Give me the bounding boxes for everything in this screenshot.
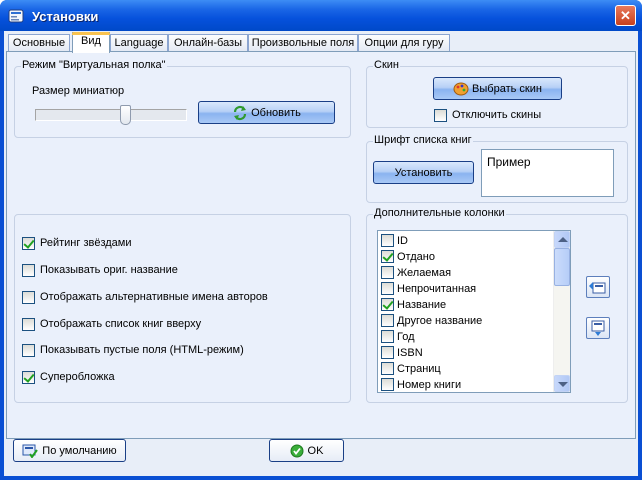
column-list-item[interactable]: Непрочитанная <box>378 281 553 297</box>
column-item-label: Год <box>397 331 415 343</box>
settings-app-icon <box>8 9 24 23</box>
column-item-checkbox[interactable] <box>381 298 394 311</box>
column-list-item[interactable]: ID <box>378 233 553 249</box>
option-empty-fields-label: Показывать пустые поля (HTML-режим) <box>40 344 244 356</box>
column-item-label: ISBN <box>397 347 423 359</box>
thumb-size-label: Размер миниатюр <box>32 85 125 97</box>
move-column-down-button[interactable] <box>586 317 610 339</box>
font-preview: Пример <box>481 149 614 197</box>
move-column-up-button[interactable] <box>586 276 610 298</box>
column-item-checkbox[interactable] <box>381 346 394 359</box>
column-list-item[interactable]: Страниц <box>378 361 553 377</box>
refresh-button[interactable]: Обновить <box>198 101 335 124</box>
option-alt-author-names-checkbox[interactable] <box>22 291 35 304</box>
scroll-down-button[interactable] <box>554 375 570 392</box>
title-bar[interactable]: Установки ✕ <box>0 0 642 31</box>
option-star-rating-checkbox[interactable] <box>22 237 35 250</box>
column-list-item[interactable]: Год <box>378 329 553 345</box>
refresh-icon <box>233 105 247 120</box>
column-list-item[interactable]: Желаемая <box>378 265 553 281</box>
virtual-shelf-group: Режим "Виртуальная полка" Размер миниатю… <box>14 59 351 138</box>
extra-columns-list[interactable]: ID Отдано Желаемая Непрочитанная Название Дру… <box>377 230 571 393</box>
column-item-label: Желаемая <box>397 267 452 279</box>
default-settings-icon <box>22 444 39 458</box>
column-item-label: Отдано <box>397 251 435 263</box>
choose-skin-button[interactable]: Выбрать скин <box>433 77 562 100</box>
virtual-shelf-title: Режим "Виртуальная полка" <box>21 59 167 71</box>
font-preview-text: Пример <box>487 155 531 169</box>
column-item-checkbox[interactable] <box>381 378 394 391</box>
extra-columns-title: Дополнительные колонки <box>373 207 506 219</box>
extra-columns-scrollbar[interactable] <box>553 231 570 392</box>
tab-main[interactable]: Основные <box>8 34 70 52</box>
tab-view[interactable]: Вид <box>72 32 110 53</box>
column-item-checkbox[interactable] <box>381 234 394 247</box>
font-group: Шрифт списка книг Установить Пример <box>366 134 628 203</box>
default-button-label: По умолчанию <box>42 444 117 457</box>
extra-columns-group: Дополнительные колонки ID Отдано Желаемая Н… <box>366 207 628 403</box>
tab-panel-view: Режим "Виртуальная полка" Размер миниатю… <box>6 51 636 439</box>
window-title: Установки <box>32 9 99 24</box>
thumb-size-slider-thumb[interactable] <box>120 105 131 125</box>
column-list-item[interactable]: ISBN <box>378 345 553 361</box>
option-star-rating-label: Рейтинг звёздами <box>40 237 132 249</box>
chevron-down-icon <box>558 382 568 387</box>
option-book-list-top-label: Отображать список книг вверху <box>40 318 202 330</box>
ok-button-label: OK <box>307 444 324 457</box>
column-list-item[interactable]: Номер книги <box>378 377 553 392</box>
palette-icon <box>453 82 469 95</box>
settings-window: Установки ✕ Основные Вид Language Онлайн… <box>0 0 642 480</box>
refresh-button-label: Обновить <box>251 106 301 119</box>
column-item-label: Другое название <box>397 315 483 327</box>
tab-language[interactable]: Language <box>110 34 168 52</box>
column-item-checkbox[interactable] <box>381 362 394 375</box>
scroll-thumb[interactable] <box>554 248 570 286</box>
chevron-up-icon <box>558 237 568 242</box>
option-dust-jacket-label: Суперобложка <box>40 371 115 383</box>
ok-button[interactable]: OK <box>269 439 344 462</box>
column-list-item[interactable]: Название <box>378 297 553 313</box>
dialog-body: Основные Вид Language Онлайн-базы Произв… <box>4 31 638 476</box>
option-empty-fields-checkbox[interactable] <box>22 344 35 357</box>
move-down-icon <box>591 320 605 336</box>
column-item-label: Страниц <box>397 363 441 375</box>
column-list-item[interactable]: Отдано <box>378 249 553 265</box>
column-list-item[interactable]: Другое название <box>378 313 553 329</box>
set-font-button[interactable]: Установить <box>373 161 474 184</box>
tab-guru-options[interactable]: Опции для гуру <box>358 34 450 52</box>
option-book-list-top-checkbox[interactable] <box>22 318 35 331</box>
column-item-checkbox[interactable] <box>381 314 394 327</box>
default-button[interactable]: По умолчанию <box>13 439 126 462</box>
column-item-checkbox[interactable] <box>381 330 394 343</box>
choose-skin-label: Выбрать скин <box>472 82 542 95</box>
column-item-label: Непрочитанная <box>397 283 477 295</box>
thumb-size-slider-track[interactable] <box>35 109 187 121</box>
tab-online-bases[interactable]: Онлайн-базы <box>168 34 248 52</box>
column-item-checkbox[interactable] <box>381 250 394 263</box>
column-item-checkbox[interactable] <box>381 282 394 295</box>
close-button[interactable]: ✕ <box>615 5 636 26</box>
disable-skins-label: Отключить скины <box>452 109 542 121</box>
check-circle-icon <box>290 444 304 457</box>
option-dust-jacket-checkbox[interactable] <box>22 371 35 384</box>
skin-group: Скин Выбрать скин Отключить скины <box>366 59 628 128</box>
column-item-checkbox[interactable] <box>381 266 394 279</box>
column-item-label: Номер книги <box>397 379 462 391</box>
tab-custom-fields[interactable]: Произвольные поля <box>248 34 358 52</box>
option-alt-author-names-label: Отображать альтернативные имена авторов <box>40 291 268 303</box>
skin-title: Скин <box>373 59 400 71</box>
move-up-icon <box>589 282 606 294</box>
option-orig-title-label: Показывать ориг. название <box>40 264 178 276</box>
display-options-group: Рейтинг звёздами Показывать ориг. назван… <box>14 214 351 403</box>
column-item-label: Название <box>397 299 447 311</box>
column-item-label: ID <box>397 235 408 247</box>
scroll-up-button[interactable] <box>554 231 570 248</box>
option-orig-title-checkbox[interactable] <box>22 264 35 277</box>
disable-skins-checkbox[interactable] <box>434 109 447 122</box>
font-title: Шрифт списка книг <box>373 134 473 146</box>
